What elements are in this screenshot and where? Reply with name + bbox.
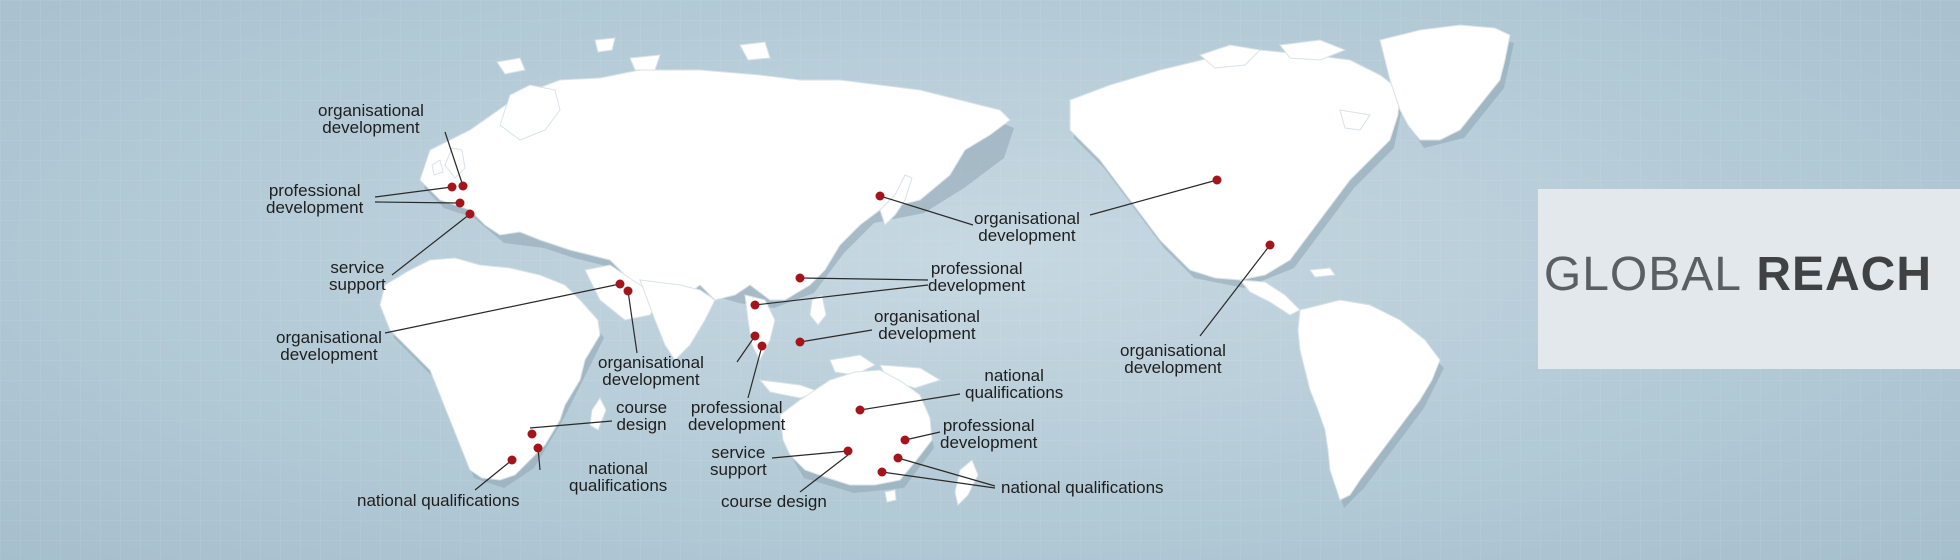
- marker-uk-org[interactable]: [458, 181, 468, 191]
- marker-india-org[interactable]: [623, 286, 633, 296]
- leader-sea-prof-a: [736, 335, 756, 363]
- marker-au-natq[interactable]: [855, 405, 865, 415]
- label-uk-service: service support: [329, 258, 386, 294]
- marker-us-org[interactable]: [1212, 175, 1222, 185]
- label-sa-natq2: national qualifications: [357, 491, 520, 510]
- marker-uk-prof-b[interactable]: [455, 198, 465, 208]
- marker-sea-prof-b[interactable]: [757, 341, 767, 351]
- marker-asia-org[interactable]: [795, 337, 805, 347]
- label-uk-org: organisational development: [318, 101, 424, 137]
- leader-asia-org: [799, 329, 873, 343]
- marker-au-natq2-b[interactable]: [877, 467, 887, 477]
- label-korea-org: organisational development: [974, 209, 1080, 245]
- label-au-prof: professional development: [940, 416, 1038, 452]
- marker-china-prof-a[interactable]: [795, 273, 805, 283]
- label-asia-org: organisational development: [874, 307, 980, 343]
- marker-sa-natq[interactable]: [533, 443, 543, 453]
- marker-us-org2[interactable]: [1265, 240, 1275, 250]
- label-sea-prof: professional development: [688, 398, 786, 434]
- label-india-org: organisational development: [598, 353, 704, 389]
- leader-sea-prof-b: [747, 345, 763, 399]
- label-au-course: course design: [721, 492, 827, 511]
- label-au-natq: national qualifications: [965, 366, 1064, 402]
- marker-sa-course[interactable]: [527, 429, 537, 439]
- label-au-natq2: national qualifications: [1001, 478, 1164, 497]
- marker-uk-prof-a[interactable]: [447, 182, 457, 192]
- marker-au-prof[interactable]: [900, 435, 910, 445]
- marker-au-service[interactable]: [843, 446, 853, 456]
- label-china-prof: professional development: [928, 259, 1026, 295]
- marker-sa-natq2[interactable]: [507, 455, 517, 465]
- marker-uk-service[interactable]: [465, 209, 475, 219]
- marker-china-prof-b[interactable]: [750, 300, 760, 310]
- marker-sea-prof-a[interactable]: [750, 331, 760, 341]
- label-uk-prof: professional development: [266, 181, 364, 217]
- label-us-org2: organisational development: [1120, 341, 1226, 377]
- marker-korea-org[interactable]: [875, 191, 885, 201]
- marker-gulf-org[interactable]: [615, 279, 625, 289]
- title-panel: GLOBAL REACH: [1538, 189, 1960, 369]
- marker-au-natq2-a[interactable]: [893, 453, 903, 463]
- page-title: GLOBAL REACH: [1543, 248, 1932, 301]
- label-gulf-org: organisational development: [276, 328, 382, 364]
- label-sa-natq: national qualifications: [569, 459, 668, 495]
- label-au-service: service support: [710, 443, 767, 479]
- label-sa-course: course design: [616, 398, 668, 434]
